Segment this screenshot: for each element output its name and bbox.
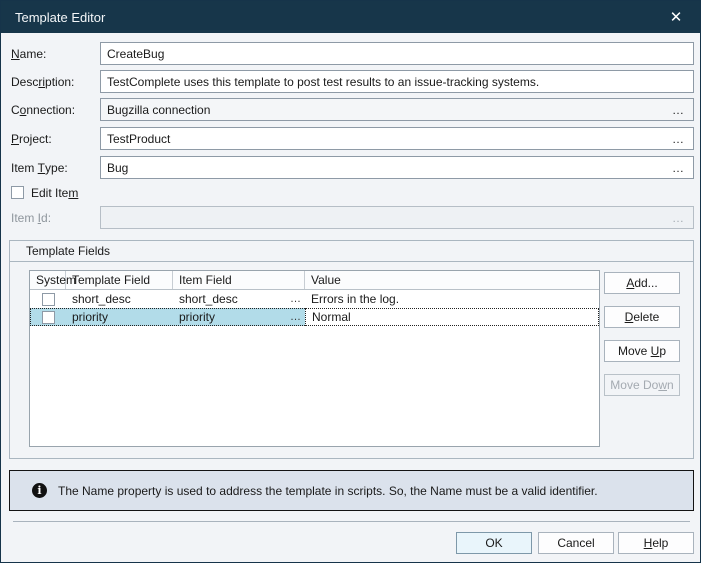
table-header-row: System Template Field Item Field Value [30,271,599,290]
template-field-cell[interactable]: short_desc [66,290,173,308]
edit-item-checkbox[interactable] [11,186,24,199]
description-label: Description: [11,70,74,93]
title-bar: Template Editor ✕ [1,1,701,33]
info-bar: i The Name property is used to address t… [9,470,694,511]
system-cell[interactable] [30,308,66,326]
delete-button[interactable]: Delete [604,306,680,328]
dialog-title: Template Editor [1,10,105,25]
item-type-field[interactable]: Bug … [100,156,694,179]
description-input[interactable] [100,70,694,93]
column-header-item-field[interactable]: Item Field [173,271,305,289]
column-header-value[interactable]: Value [305,271,599,289]
project-field[interactable]: TestProduct … [100,127,694,150]
connection-value: Bugzilla connection [107,103,210,117]
template-fields-group: Template Fields System Template Field It… [9,240,694,459]
item-field-browse-button[interactable]: … [290,293,305,305]
item-type-value: Bug [107,161,128,175]
item-id-label: Item Id: [11,206,51,229]
add-button[interactable]: Add... [604,272,680,294]
item-field-cell[interactable]: short_desc… [173,290,305,308]
connection-label: Connection: [11,98,75,121]
template-fields-group-header: Template Fields [10,241,693,262]
column-header-system[interactable]: System [30,271,66,289]
project-value: TestProduct [107,132,170,146]
template-fields-table[interactable]: System Template Field Item Field Value s… [29,270,600,447]
template-field-cell[interactable]: priority [66,308,173,326]
item-id-field: … [100,206,694,229]
ok-button[interactable]: OK [456,532,532,554]
move-up-button[interactable]: Move Up [604,340,680,362]
help-button[interactable]: Help [618,532,694,554]
system-cell[interactable] [30,290,66,308]
project-label: Project: [11,127,52,150]
close-icon[interactable]: ✕ [658,1,694,33]
project-browse-button[interactable]: … [672,134,687,144]
table-row[interactable]: short_desc short_desc… Errors in the log… [30,290,599,308]
info-icon: i [32,483,47,498]
name-input[interactable] [100,42,694,65]
move-down-button: Move Down [604,374,680,396]
system-checkbox[interactable] [42,293,55,306]
table-row-selected[interactable]: priority priority… Normal [30,308,599,326]
item-type-browse-button[interactable]: … [672,163,687,173]
connection-field[interactable]: Bugzilla connection … [100,98,694,121]
item-type-label: Item Type: [11,156,68,179]
footer-separator [13,521,690,522]
template-editor-dialog: Template Editor ✕ Name: Description: Con… [0,0,701,563]
cancel-button[interactable]: Cancel [538,532,614,554]
value-cell[interactable]: Errors in the log. [305,290,599,308]
connection-browse-button[interactable]: … [672,105,687,115]
name-label: Name: [11,42,46,65]
system-checkbox[interactable] [42,311,55,324]
column-header-template-field[interactable]: Template Field [66,271,173,289]
item-field-cell[interactable]: priority… [173,308,305,326]
info-text: The Name property is used to address the… [58,484,598,498]
item-field-browse-button[interactable]: … [290,311,305,323]
value-cell-editor[interactable]: Normal [305,308,599,326]
group-title: Template Fields [26,244,110,258]
item-id-browse-button: … [672,213,687,223]
edit-item-label[interactable]: Edit Item [31,181,78,204]
